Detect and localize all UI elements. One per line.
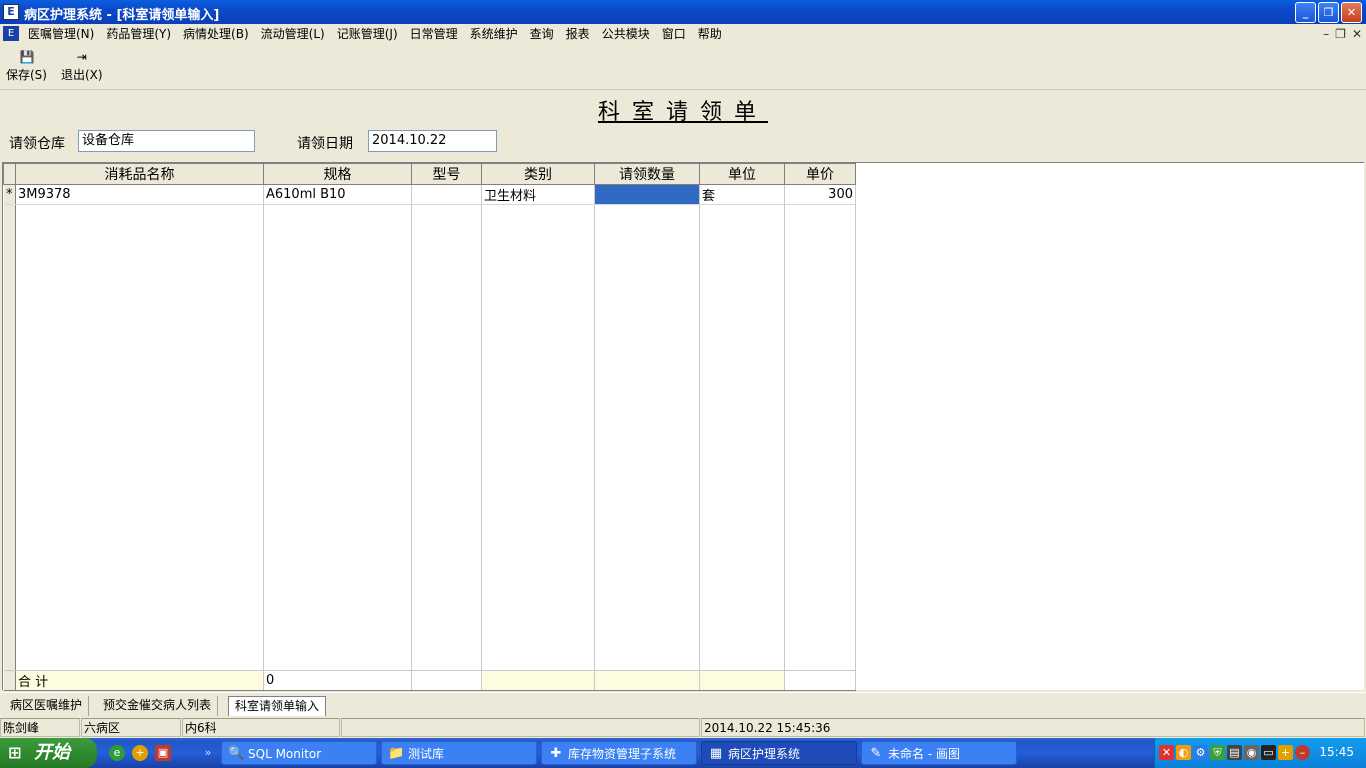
total-value: 0 — [263, 670, 412, 691]
app-icon: E — [3, 4, 19, 20]
menubar: E 医嘱管理(N) 药品管理(Y) 病情处理(B) 流动管理(L) 记账管理(J… — [0, 24, 1366, 44]
cell-unit[interactable]: 套 — [699, 184, 785, 205]
tray-app-icon-2[interactable]: ◐ — [1176, 745, 1191, 760]
menu-flow[interactable]: 流动管理(L) — [255, 26, 331, 42]
col-header-name[interactable]: 消耗品名称 — [15, 163, 264, 185]
col-header-model[interactable]: 型号 — [411, 163, 482, 185]
mdi-minimize-button[interactable]: – — [1323, 27, 1329, 41]
warehouse-field[interactable]: 设备仓库 — [78, 130, 255, 152]
requisition-form: 科室请领单 请领仓库 设备仓库 请领日期 2014.10.22 消耗品名称 规格… — [0, 90, 1366, 692]
date-field[interactable]: 2014.10.22 — [368, 130, 497, 152]
tray-shield-icon[interactable]: ⛨ — [1210, 745, 1225, 760]
cell-price[interactable]: 300 — [784, 184, 856, 205]
task-inventory[interactable]: ✚ 库存物资管理子系统 — [541, 741, 697, 765]
cell-qty[interactable] — [594, 184, 700, 205]
cell-model[interactable] — [411, 184, 482, 205]
exit-button[interactable]: ⇥ 退出(X) — [61, 50, 103, 83]
task-paint[interactable]: ✎ 未命名 - 画图 — [861, 741, 1017, 765]
system-tray: ✕ ◐ ⚙ ⛨ ▤ ◉ ▭ + – 15:45 — [1154, 738, 1366, 768]
inventory-app-icon: ✚ — [550, 746, 562, 761]
app-quicklaunch-icon[interactable]: ▣ — [155, 745, 171, 761]
menu-drugs[interactable]: 药品管理(Y) — [100, 26, 177, 42]
form-title: 科室请领单 — [597, 100, 768, 125]
menu-query[interactable]: 查询 — [524, 26, 560, 42]
menu-window[interactable]: 窗口 — [656, 26, 692, 42]
status-ward: 六病区 — [81, 718, 181, 737]
addon-quicklaunch-icon[interactable]: + — [132, 745, 148, 761]
requisition-grid: 消耗品名称 规格 型号 类别 请领数量 单位 单价 * 3M9378 A610m… — [2, 162, 1364, 691]
ward-app-icon: ▦ — [709, 746, 723, 761]
browser-quicklaunch-icon[interactable]: e — [109, 745, 125, 761]
cell-spec[interactable]: A610ml B10 — [263, 184, 412, 205]
quicklaunch-expand-icon[interactable]: » — [200, 745, 216, 761]
status-datetime: 2014.10.22 15:45:36 — [701, 718, 1365, 737]
menu-reports[interactable]: 报表 — [560, 26, 596, 42]
taskbar: ⊞ 开始 e + ▣ » 🔍 SQL Monitor 📁 测试库 ✚ 库存物资管… — [0, 738, 1366, 768]
col-header-price[interactable]: 单价 — [784, 163, 856, 185]
start-button[interactable]: ⊞ 开始 — [0, 738, 97, 768]
tray-app-icon-3[interactable]: ▤ — [1227, 745, 1242, 760]
task-ward-nursing[interactable]: ▦ 病区护理系统 — [701, 741, 857, 765]
paint-icon: ✎ — [870, 746, 882, 761]
col-header-qty[interactable]: 请领数量 — [594, 163, 700, 185]
statusbar: 陈剑峰 六病区 内6科 2014.10.22 15:45:36 — [0, 717, 1366, 738]
tray-monitor-icon[interactable]: ▭ — [1261, 745, 1276, 760]
menu-billing[interactable]: 记账管理(J) — [331, 26, 404, 42]
task-test-db[interactable]: 📁 测试库 — [381, 741, 537, 765]
menu-orders[interactable]: 医嘱管理(N) — [22, 26, 100, 42]
task-sql-monitor[interactable]: 🔍 SQL Monitor — [221, 741, 377, 765]
toolbar: 💾 保存(S) ⇥ 退出(X) — [0, 44, 1366, 90]
exit-door-icon: ⇥ — [76, 50, 87, 64]
status-dept: 内6科 — [182, 718, 340, 737]
folder-icon: 📁 — [388, 746, 405, 761]
empty-grid-area — [3, 204, 856, 671]
window-tabs: 病区医嘱维护 预交金催交病人列表 科室请领单输入 — [0, 692, 1366, 716]
window-titlebar[interactable]: E 病区护理系统 - [科室请领单输入] _ ❐ ✕ — [0, 0, 1366, 24]
tray-gear-icon[interactable]: ⚙ — [1193, 745, 1208, 760]
col-header-spec[interactable]: 规格 — [263, 163, 412, 185]
menu-help[interactable]: 帮助 — [692, 26, 728, 42]
tab-requisition-input[interactable]: 科室请领单输入 — [228, 696, 327, 716]
restore-button[interactable]: ❐ — [1318, 2, 1339, 23]
status-user: 陈剑峰 — [0, 718, 80, 737]
sql-monitor-icon: 🔍 — [228, 746, 245, 761]
menu-system[interactable]: 系统维护 — [464, 26, 524, 42]
tab-ward-orders[interactable]: 病区医嘱维护 — [4, 696, 90, 716]
mdi-child-icon[interactable]: E — [3, 26, 19, 41]
tray-app-icon-1[interactable]: ✕ — [1159, 745, 1174, 760]
menu-daily[interactable]: 日常管理 — [404, 26, 464, 42]
save-button[interactable]: 💾 保存(S) — [6, 50, 47, 83]
total-row: 合 计 0 — [3, 670, 856, 691]
window-title: 病区护理系统 - [科室请领单输入] — [24, 8, 220, 23]
tab-deposit-reminder[interactable]: 预交金催交病人列表 — [97, 696, 219, 716]
tray-app-icon-4[interactable]: ◉ — [1244, 745, 1259, 760]
total-label: 合 计 — [15, 670, 264, 691]
col-header-category[interactable]: 类别 — [481, 163, 595, 185]
close-button[interactable]: ✕ — [1341, 2, 1362, 23]
col-header-unit[interactable]: 单位 — [699, 163, 785, 185]
menu-condition[interactable]: 病情处理(B) — [177, 26, 255, 42]
windows-flag-icon: ⊞ — [8, 743, 22, 762]
row-indicator-header — [3, 163, 16, 185]
floppy-disk-icon: 💾 — [19, 50, 35, 64]
exit-button-label: 退出(X) — [61, 68, 103, 82]
mdi-restore-button[interactable]: ❐ — [1335, 27, 1346, 41]
table-row[interactable]: * 3M9378 A610ml B10 卫生材料 套 300 — [3, 184, 856, 205]
minimize-button[interactable]: _ — [1295, 2, 1316, 23]
tray-stop-icon[interactable]: – — [1295, 745, 1310, 760]
row-indicator: * — [3, 184, 16, 205]
cell-category[interactable]: 卫生材料 — [481, 184, 595, 205]
start-label: 开始 — [34, 742, 70, 763]
tray-plus-icon[interactable]: + — [1278, 745, 1293, 760]
mdi-close-button[interactable]: ✕ — [1352, 27, 1362, 41]
menu-common[interactable]: 公共模块 — [596, 26, 656, 42]
warehouse-label: 请领仓库 — [9, 136, 65, 152]
save-button-label: 保存(S) — [6, 68, 47, 82]
date-label: 请领日期 — [297, 136, 353, 152]
status-empty — [341, 718, 700, 737]
cell-name[interactable]: 3M9378 — [15, 184, 264, 205]
clock[interactable]: 15:45 — [1319, 745, 1354, 759]
